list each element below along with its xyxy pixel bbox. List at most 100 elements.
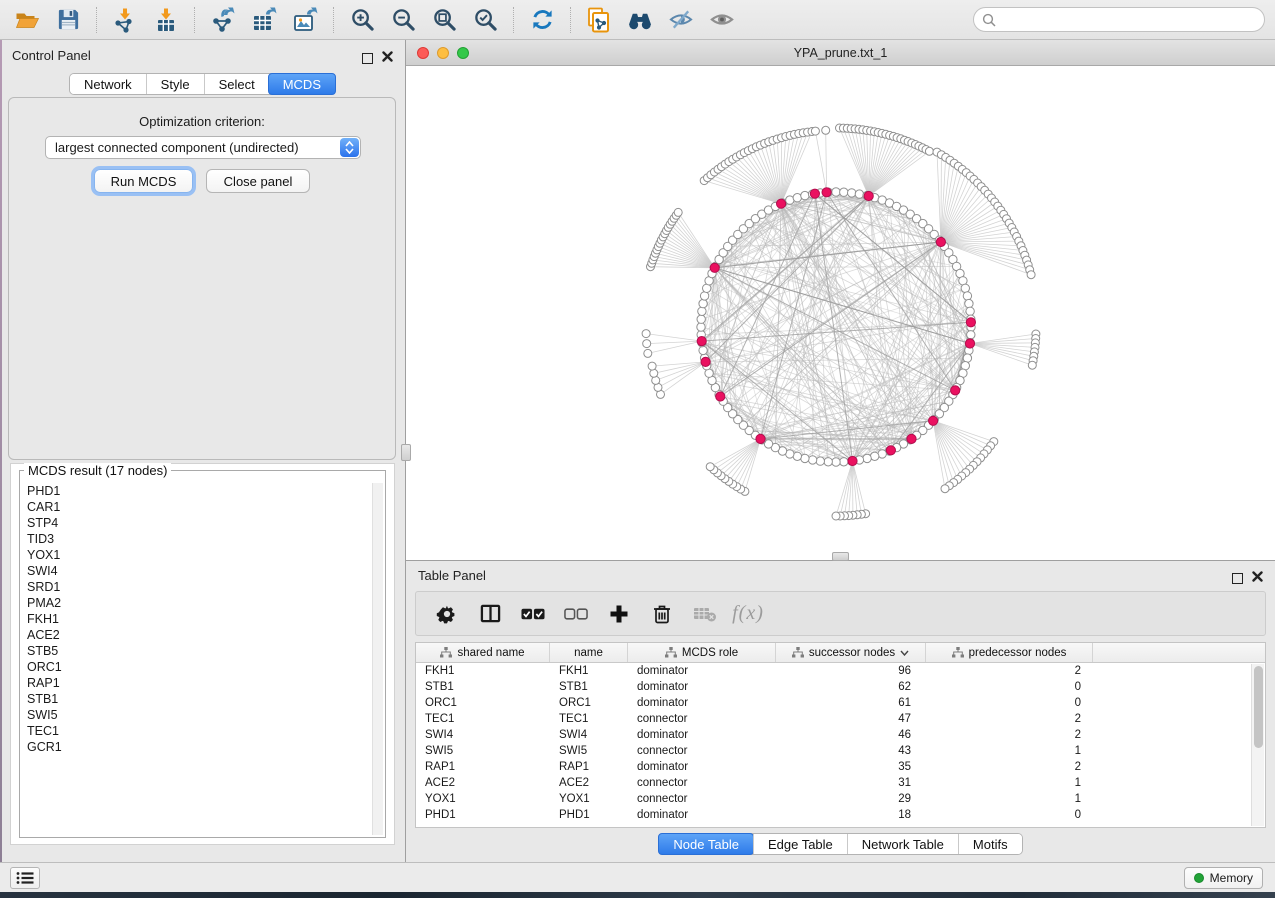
cell-predecessor-nodes[interactable]: 1 (926, 743, 1093, 759)
tab-motifs[interactable]: Motifs (958, 834, 1022, 854)
cell-successor-nodes[interactable]: 96 (776, 663, 926, 679)
cell-mcds-role[interactable]: connector (628, 791, 776, 807)
tab-edge-table[interactable]: Edge Table (753, 834, 847, 854)
cell-successor-nodes[interactable]: 47 (776, 711, 926, 727)
add-column-icon[interactable] (607, 602, 631, 626)
network-hub-node[interactable] (810, 189, 819, 198)
network-node[interactable] (966, 307, 974, 315)
cell-name[interactable]: SWI5 (550, 743, 628, 759)
cell-mcds-role[interactable]: dominator (628, 695, 776, 711)
mcds-result-item[interactable]: PMA2 (22, 595, 371, 611)
mcds-result-item[interactable]: GCR1 (22, 739, 371, 755)
cell-name[interactable]: YOX1 (550, 791, 628, 807)
network-node[interactable] (808, 456, 816, 464)
network-leaf-node[interactable] (822, 126, 830, 134)
column-header-name[interactable]: name (550, 643, 628, 662)
mcds-result-item[interactable]: FKH1 (22, 611, 371, 627)
new-network-from-selection-icon[interactable] (586, 7, 612, 33)
close-panel-button[interactable]: Close panel (206, 169, 310, 193)
tab-network[interactable]: Network (70, 74, 146, 94)
cell-mcds-role[interactable]: connector (628, 711, 776, 727)
import-table-icon[interactable] (153, 7, 179, 33)
cell-name[interactable]: ORC1 (550, 695, 628, 711)
run-mcds-button[interactable]: Run MCDS (94, 169, 193, 193)
network-hub-node[interactable] (710, 263, 719, 272)
network-hub-node[interactable] (936, 237, 945, 246)
network-hub-node[interactable] (697, 337, 706, 346)
mcds-result-item[interactable]: CAR1 (22, 499, 371, 515)
network-node[interactable] (793, 194, 801, 202)
mcds-result-item[interactable]: STB5 (22, 643, 371, 659)
mcds-result-scrollbar[interactable] (372, 483, 383, 835)
network-hub-node[interactable] (951, 386, 960, 395)
cell-mcds-role[interactable]: dominator (628, 759, 776, 775)
cell-successor-nodes[interactable]: 35 (776, 759, 926, 775)
zoom-out-icon[interactable] (390, 7, 416, 33)
vertical-splitter-grip[interactable] (401, 444, 411, 461)
show-column-icon[interactable] (478, 602, 502, 626)
mcds-result-item[interactable]: PHD1 (22, 483, 371, 499)
cell-successor-nodes[interactable]: 61 (776, 695, 926, 711)
network-leaf-node[interactable] (811, 127, 819, 135)
network-leaf-node[interactable] (941, 485, 949, 493)
horizontal-splitter-grip[interactable] (832, 552, 849, 561)
network-node[interactable] (801, 191, 809, 199)
table-row[interactable]: ACE2ACE2connector311 (416, 775, 1265, 791)
cell-shared-name[interactable]: TEC1 (416, 711, 550, 727)
save-session-icon[interactable] (55, 7, 81, 33)
cell-successor-nodes[interactable]: 31 (776, 775, 926, 791)
network-node[interactable] (840, 188, 848, 196)
minimize-window-icon[interactable] (437, 47, 449, 59)
import-network-icon[interactable] (112, 7, 138, 33)
table-row[interactable]: ORC1ORC1dominator610 (416, 695, 1265, 711)
mcds-result-item[interactable]: RAP1 (22, 675, 371, 691)
refresh-icon[interactable] (529, 7, 555, 33)
network-hub-node[interactable] (907, 434, 916, 443)
network-leaf-node[interactable] (1028, 361, 1036, 369)
cell-successor-nodes[interactable]: 29 (776, 791, 926, 807)
network-node[interactable] (699, 346, 707, 354)
cell-shared-name[interactable]: ORC1 (416, 695, 550, 711)
hide-graphics-details-icon[interactable] (668, 7, 694, 33)
network-node[interactable] (801, 454, 809, 462)
close-table-panel-icon[interactable] (1252, 569, 1263, 587)
network-leaf-node[interactable] (650, 369, 658, 377)
cell-shared-name[interactable]: STB1 (416, 679, 550, 695)
network-node[interactable] (697, 315, 705, 323)
network-hub-node[interactable] (701, 357, 710, 366)
tab-style[interactable]: Style (146, 74, 204, 94)
mcds-result-item[interactable]: STB1 (22, 691, 371, 707)
table-scrollbar-thumb[interactable] (1254, 666, 1263, 748)
zoom-fit-icon[interactable] (431, 7, 457, 33)
tab-node-table[interactable]: Node Table (658, 833, 754, 855)
table-row[interactable]: YOX1YOX1connector291 (416, 791, 1265, 807)
mcds-result-item[interactable]: STP4 (22, 515, 371, 531)
network-hub-node[interactable] (848, 456, 857, 465)
cell-shared-name[interactable]: SWI5 (416, 743, 550, 759)
network-hub-node[interactable] (716, 392, 725, 401)
search-input[interactable] (1001, 10, 1264, 30)
cell-mcds-role[interactable]: dominator (628, 679, 776, 695)
task-history-button[interactable] (10, 867, 40, 889)
search-network-icon[interactable] (627, 7, 653, 33)
close-window-icon[interactable] (417, 47, 429, 59)
cell-shared-name[interactable]: SWI4 (416, 727, 550, 743)
network-node[interactable] (824, 458, 832, 466)
cell-successor-nodes[interactable]: 62 (776, 679, 926, 695)
network-hub-node[interactable] (965, 339, 974, 348)
cell-mcds-role[interactable]: dominator (628, 663, 776, 679)
float-panel-icon[interactable] (362, 53, 373, 64)
cell-shared-name[interactable]: PHD1 (416, 807, 550, 823)
cell-predecessor-nodes[interactable]: 1 (926, 791, 1093, 807)
cell-name[interactable]: PHD1 (550, 807, 628, 823)
table-row[interactable]: SWI4SWI4dominator462 (416, 727, 1265, 743)
network-leaf-node[interactable] (1027, 271, 1035, 279)
column-header-mcds-role[interactable]: MCDS role (628, 643, 776, 662)
cell-mcds-role[interactable]: connector (628, 743, 776, 759)
network-node[interactable] (965, 299, 973, 307)
cell-name[interactable]: ACE2 (550, 775, 628, 791)
column-header-predecessor-nodes[interactable]: predecessor nodes (926, 643, 1093, 662)
network-leaf-node[interactable] (832, 512, 840, 520)
table-row[interactable]: SWI5SWI5connector431 (416, 743, 1265, 759)
tab-mcds[interactable]: MCDS (268, 73, 336, 95)
